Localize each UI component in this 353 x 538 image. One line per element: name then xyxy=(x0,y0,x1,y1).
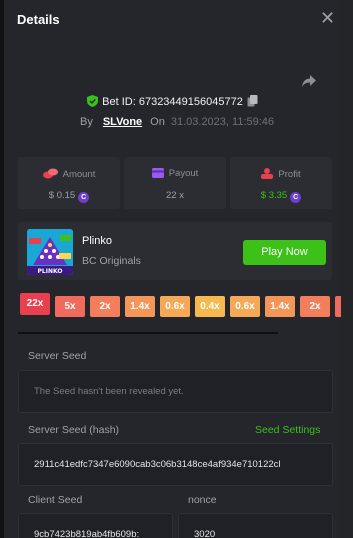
client-seed-field[interactable]: 9cb7423b819ab4fb609b: xyxy=(18,513,173,538)
thumb-text: PLINKO xyxy=(38,268,63,275)
share-icon[interactable] xyxy=(300,72,318,90)
multiplier-row: 22x 5x 2x 1.4x 0.6x 0.4x 0.6x 1.4x 2x xyxy=(20,293,341,326)
server-seed-hash-label: Server Seed (hash) xyxy=(28,424,120,436)
multiplier-chip: 22x xyxy=(20,293,50,315)
stat-amount-value: $ 0.15 xyxy=(48,190,76,201)
multiplier-chip: 0.6x xyxy=(160,296,190,317)
card-icon xyxy=(151,168,164,178)
bet-id-row: Bet ID: 67323449156045772 xyxy=(4,95,341,108)
stat-amount-label: Amount xyxy=(62,169,96,180)
plinko-thumbnail[interactable]: PLINKO xyxy=(27,229,73,275)
play-now-button[interactable]: Play Now xyxy=(243,240,326,265)
stat-amount: Amount $ 0.15 C xyxy=(18,157,120,209)
stat-payout-label: Payout xyxy=(168,168,199,179)
client-seed-label: Client Seed xyxy=(28,494,83,506)
currency-coin-icon: C xyxy=(290,192,302,203)
multiplier-chip: 0.4x xyxy=(195,296,225,317)
server-seed-hash-value: 2911c41edfc7347e6090cab3c06b3148ce4af934… xyxy=(34,459,281,470)
username-link[interactable]: SLVone xyxy=(103,116,142,128)
game-provider: BC Originals xyxy=(82,255,141,267)
game-card: PLINKO Plinko BC Originals Play Now xyxy=(18,222,332,280)
multiplier-chip: 2x xyxy=(90,296,120,317)
server-seed-hash-field[interactable]: 2911c41edfc7347e6090cab3c06b3148ce4af934… xyxy=(18,443,333,486)
by-label: By xyxy=(80,116,93,128)
nonce-field[interactable]: 3020 xyxy=(178,513,333,538)
bet-id: Bet ID: 67323449156045772 xyxy=(102,96,243,108)
coins-icon xyxy=(42,168,58,179)
profit-icon xyxy=(261,168,274,179)
server-seed-field[interactable]: The Seed hasn't been revealed yet. xyxy=(18,370,333,413)
dialog-title: Details xyxy=(17,12,60,27)
server-seed-label: Server Seed xyxy=(28,350,87,362)
multiplier-chip: 1.4x xyxy=(125,296,155,317)
seed-settings-link[interactable]: Seed Settings xyxy=(255,424,320,436)
bet-author-row: By SLVone On 31.03.2023, 11:59:46 xyxy=(80,116,274,128)
stat-profit: Profit $ 3.35 C xyxy=(230,157,332,209)
on-label: On xyxy=(150,116,165,128)
multiplier-chip: 5x xyxy=(55,296,85,317)
bet-stats: Amount $ 0.15 C Payout 22 x Profit $ 3.35… xyxy=(18,157,332,209)
nonce-value: 3020 xyxy=(194,529,216,538)
multiplier-chip-partial xyxy=(335,296,341,317)
bet-date: 31.03.2023, 11:59:46 xyxy=(170,116,275,128)
verified-shield-icon xyxy=(87,95,99,107)
game-name: Plinko xyxy=(82,235,112,247)
stat-profit-label: Profit xyxy=(278,169,301,180)
stat-profit-value: $ 3.35 xyxy=(260,190,288,201)
stat-payout-value: 22 x xyxy=(166,190,184,201)
nonce-label: nonce xyxy=(188,494,217,506)
multiplier-chip: 2x xyxy=(300,296,330,317)
multiplier-chip: 1.4x xyxy=(265,296,295,317)
close-icon[interactable]: ✕ xyxy=(320,9,335,27)
multiplier-chip: 0.6x xyxy=(230,296,260,317)
multiplier-scrollbar[interactable] xyxy=(18,332,278,334)
dialog-header: Details ✕ xyxy=(4,0,341,40)
copy-icon[interactable] xyxy=(247,95,258,107)
client-seed-value: 9cb7423b819ab4fb609b: xyxy=(34,529,140,538)
server-seed-value: The Seed hasn't been revealed yet. xyxy=(34,386,184,397)
background-right-edge xyxy=(341,0,353,538)
details-dialog: Details ✕ Bet ID: 67323449156045772 By SL… xyxy=(4,0,341,538)
currency-coin-icon: C xyxy=(78,192,90,203)
stat-payout: Payout 22 x xyxy=(124,157,226,209)
